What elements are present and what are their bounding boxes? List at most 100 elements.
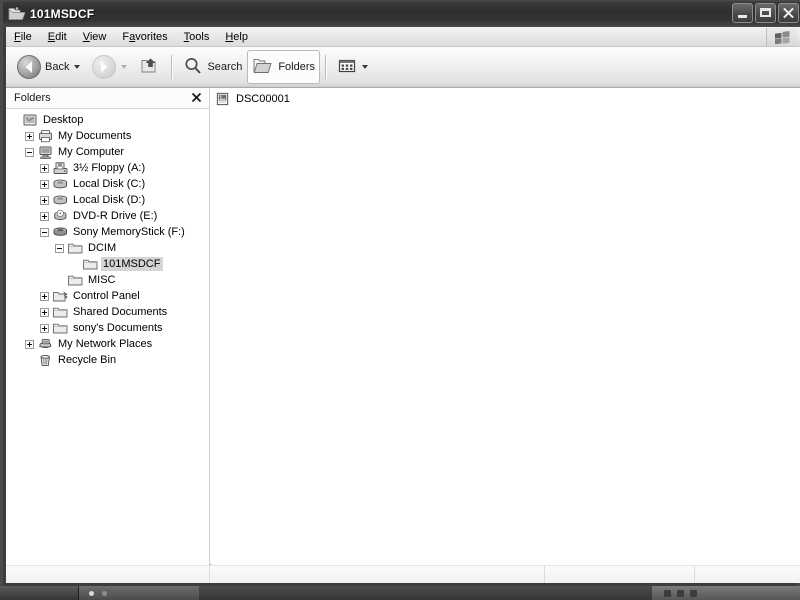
tree-expand-icon[interactable] bbox=[40, 291, 49, 301]
removable-drive-icon bbox=[52, 225, 69, 240]
forward-dropdown-chevron-down-icon[interactable] bbox=[121, 65, 128, 69]
up-button[interactable] bbox=[134, 50, 166, 84]
tree-item-dcim[interactable]: DCIM bbox=[6, 240, 209, 256]
close-button[interactable] bbox=[778, 3, 799, 23]
tree-item-control-panel[interactable]: Control Panel bbox=[6, 288, 209, 304]
ql-icon-1[interactable] bbox=[89, 590, 94, 596]
tree-expand-icon[interactable] bbox=[40, 163, 49, 173]
folder-icon bbox=[67, 241, 84, 256]
taskbar bbox=[0, 586, 800, 600]
tray-icon-3[interactable] bbox=[690, 589, 697, 597]
start-button[interactable] bbox=[0, 586, 79, 600]
tree-item-label: Desktop bbox=[43, 114, 84, 126]
tree-item-label: Sony MemoryStick (F:) bbox=[73, 226, 185, 238]
tree-item-desktop[interactable]: Desktop bbox=[6, 112, 209, 128]
title-bar[interactable]: 101MSDCF bbox=[3, 0, 800, 27]
menu-favorites[interactable]: Favorites bbox=[114, 29, 175, 45]
tree-item-sony-s-documents[interactable]: sony's Documents bbox=[6, 320, 209, 336]
tree-expand-icon[interactable] bbox=[40, 211, 49, 221]
close-icon[interactable] bbox=[189, 90, 204, 105]
menu-file[interactable]: File bbox=[6, 29, 40, 45]
tree-collapse-icon[interactable] bbox=[25, 147, 34, 157]
tree-expand-icon[interactable] bbox=[40, 195, 49, 205]
tree-item-shared-documents[interactable]: Shared Documents bbox=[6, 304, 209, 320]
tree-expand-icon[interactable] bbox=[25, 339, 34, 349]
menu-view[interactable]: View bbox=[75, 29, 115, 45]
tree-expand-icon[interactable] bbox=[40, 179, 49, 189]
tree-expand-icon[interactable] bbox=[25, 131, 34, 141]
tree-item-misc[interactable]: MISC bbox=[6, 272, 209, 288]
menu-bar: File Edit View Favorites Tools Help bbox=[6, 27, 800, 47]
tree-item-recycle-bin[interactable]: Recycle Bin bbox=[6, 352, 209, 368]
tree-item-label: 101MSDCF bbox=[101, 257, 164, 271]
forward-button[interactable] bbox=[87, 50, 134, 84]
tray-icon-2[interactable] bbox=[677, 589, 684, 597]
up-folder-icon bbox=[139, 56, 161, 79]
search-label: Search bbox=[207, 61, 243, 73]
status-bar bbox=[6, 565, 800, 583]
system-tray[interactable] bbox=[652, 586, 800, 600]
back-arrow-icon bbox=[17, 55, 41, 79]
explorer-window: 101MSDCF File Edit View Favorites Tools … bbox=[0, 0, 800, 586]
my-computer-icon bbox=[37, 145, 54, 160]
tree-item-label: DVD-R Drive (E:) bbox=[73, 210, 158, 222]
tree-item-3-floppy-a[interactable]: 3½ Floppy (A:) bbox=[6, 160, 209, 176]
status-pane-4 bbox=[695, 566, 800, 583]
tree-item-label: Local Disk (C:) bbox=[73, 178, 146, 190]
menu-edit[interactable]: Edit bbox=[40, 29, 75, 45]
folder-tree[interactable]: Desktop My Documents My Computer 3½ Floppy … bbox=[6, 109, 209, 565]
tree-item-dvd-r-drive-e[interactable]: DVD-R Drive (E:) bbox=[6, 208, 209, 224]
minimize-button[interactable] bbox=[732, 3, 753, 23]
tree-item-my-documents[interactable]: My Documents bbox=[6, 128, 209, 144]
tree-item-label: My Network Places bbox=[58, 338, 153, 350]
recycle-bin-icon bbox=[37, 353, 54, 368]
folder-icon bbox=[67, 273, 84, 288]
quick-launch-bar[interactable] bbox=[79, 586, 199, 600]
optical-drive-icon bbox=[52, 209, 69, 224]
tree-item-label: MISC bbox=[88, 274, 116, 286]
toolbar: Back Search Folders bbox=[6, 47, 800, 88]
maximize-button[interactable] bbox=[755, 3, 776, 23]
status-pane-1 bbox=[6, 566, 210, 583]
taskbar-app-area[interactable] bbox=[199, 586, 652, 600]
folder-icon bbox=[82, 257, 99, 272]
folders-pane: Folders Desktop My Documents My Computer 3½… bbox=[6, 88, 210, 565]
tree-item-label: My Computer bbox=[58, 146, 125, 158]
hard-drive-icon bbox=[52, 177, 69, 192]
floppy-drive-icon bbox=[52, 161, 69, 176]
client-area: Folders Desktop My Documents My Computer 3½… bbox=[6, 88, 800, 565]
tree-expand-icon[interactable] bbox=[40, 323, 49, 333]
views-button[interactable] bbox=[332, 50, 375, 84]
toolbar-separator-1 bbox=[171, 55, 174, 79]
menu-tools[interactable]: Tools bbox=[176, 29, 218, 45]
file-list-pane[interactable]: DSC00001 bbox=[211, 88, 800, 565]
list-item[interactable]: DSC00001 bbox=[215, 90, 800, 107]
ql-icon-2[interactable] bbox=[102, 590, 107, 596]
tree-item-my-computer[interactable]: My Computer bbox=[6, 144, 209, 160]
folders-icon bbox=[252, 56, 274, 79]
my-documents-icon bbox=[37, 129, 54, 144]
tree-collapse-icon[interactable] bbox=[55, 243, 64, 253]
status-pane-2 bbox=[210, 566, 545, 583]
back-label: Back bbox=[45, 61, 70, 73]
tree-item-local-disk-d[interactable]: Local Disk (D:) bbox=[6, 192, 209, 208]
tree-item-101msdcf[interactable]: 101MSDCF bbox=[6, 256, 209, 272]
folder-icon bbox=[52, 321, 69, 336]
menu-help[interactable]: Help bbox=[217, 29, 256, 45]
views-dropdown-chevron-down-icon[interactable] bbox=[362, 65, 369, 69]
folders-pane-title: Folders bbox=[14, 92, 51, 104]
back-button[interactable]: Back bbox=[12, 50, 87, 84]
tree-item-label: My Documents bbox=[58, 130, 132, 142]
hard-drive-icon bbox=[52, 193, 69, 208]
search-button[interactable]: Search bbox=[178, 50, 247, 84]
tree-item-my-network-places[interactable]: My Network Places bbox=[6, 336, 209, 352]
tree-item-label: Local Disk (D:) bbox=[73, 194, 146, 206]
folders-button[interactable]: Folders bbox=[247, 50, 321, 84]
tree-item-sony-memorystick-f[interactable]: Sony MemoryStick (F:) bbox=[6, 224, 209, 240]
tree-item-local-disk-c[interactable]: Local Disk (C:) bbox=[6, 176, 209, 192]
tree-expand-icon[interactable] bbox=[40, 307, 49, 317]
tray-icon-1[interactable] bbox=[664, 589, 671, 597]
tree-item-label: 3½ Floppy (A:) bbox=[73, 162, 146, 174]
back-dropdown-chevron-down-icon[interactable] bbox=[74, 65, 81, 69]
tree-collapse-icon[interactable] bbox=[40, 227, 49, 237]
